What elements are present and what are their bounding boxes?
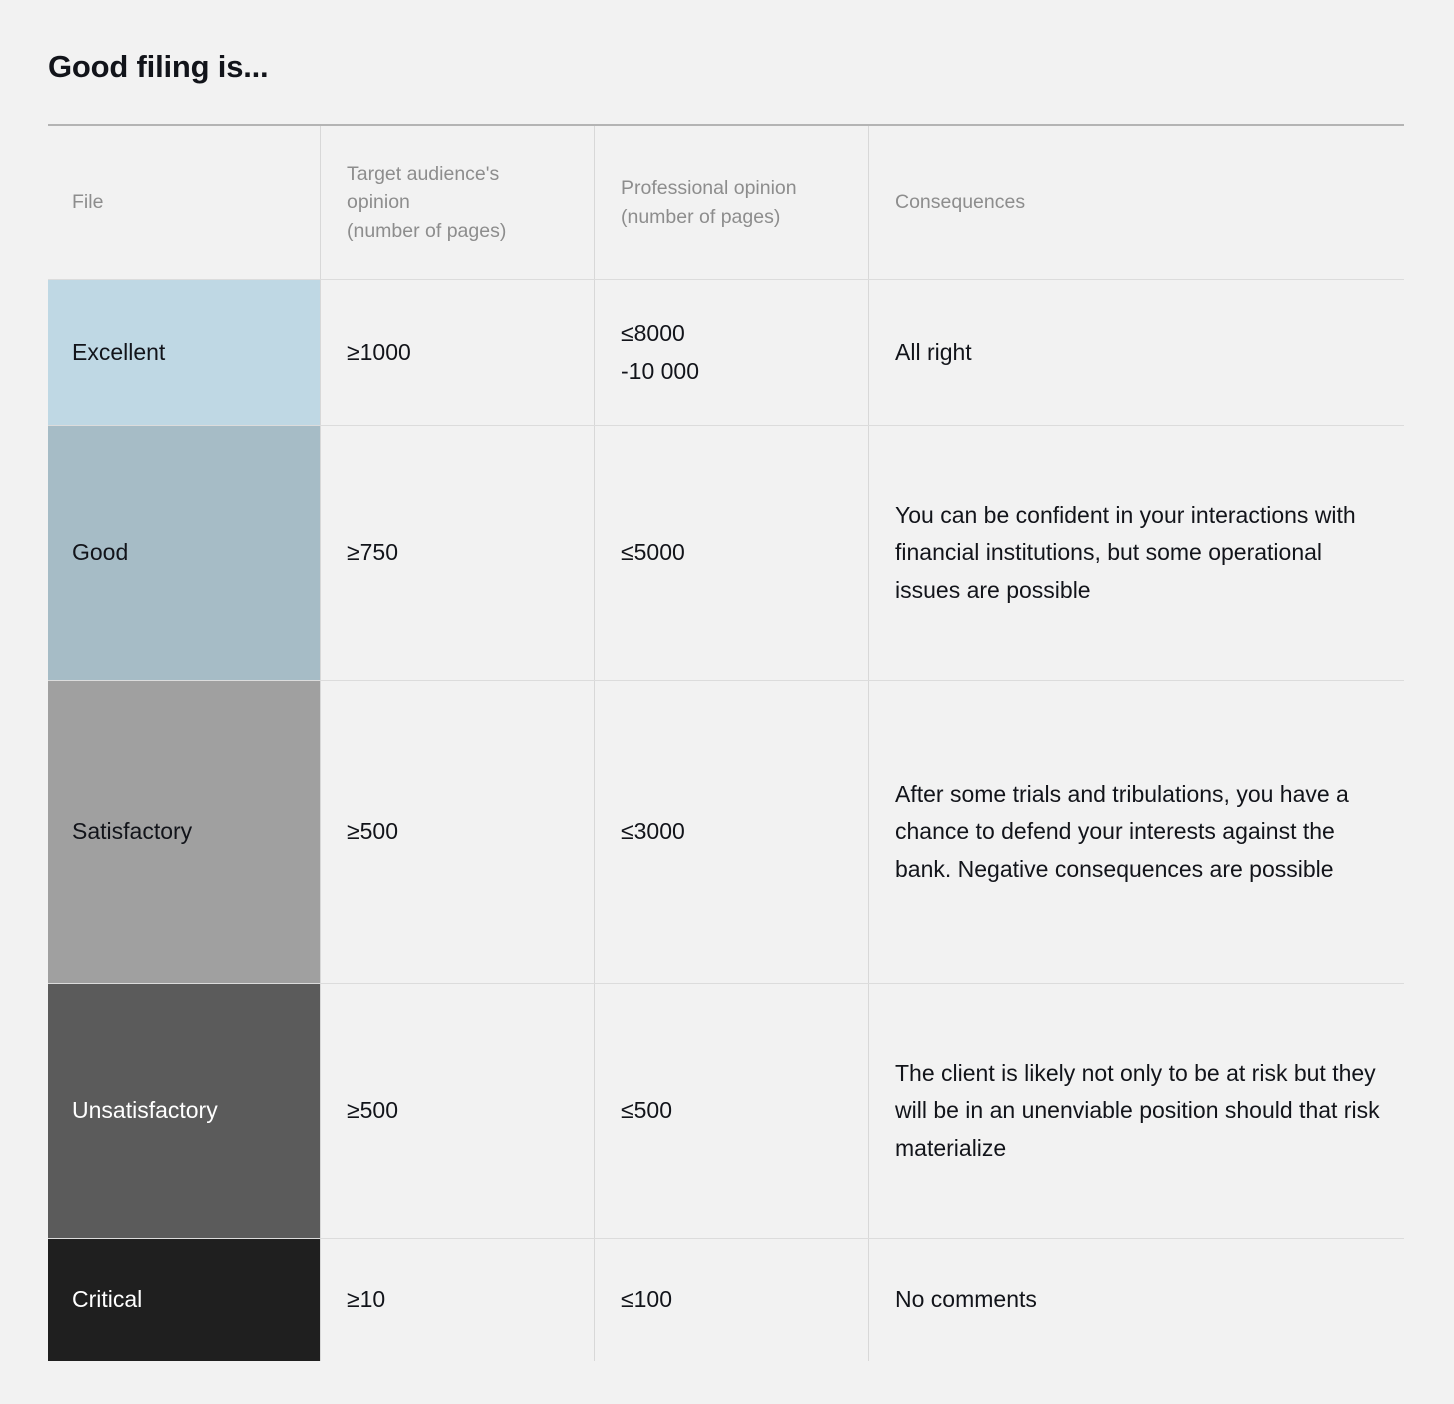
table-row: Satisfactory ≥500 ≤3000 After some trial… — [48, 681, 1404, 984]
table-header-row: File Target audience's opinion (number o… — [48, 126, 1404, 280]
column-header-target-audience-opinion: Target audience's opinion (number of pag… — [320, 126, 594, 279]
consequences-value: The client is likely not only to be at r… — [868, 984, 1404, 1238]
consequences-value: After some trials and tribulations, you … — [868, 681, 1404, 983]
page-title: Good filing is... — [48, 49, 269, 84]
page-root: Good filing is... File Target audience's… — [0, 0, 1454, 1404]
rating-label: Excellent — [72, 338, 166, 365]
column-header-professional-opinion-label: Professional opinion (number of pages) — [621, 177, 797, 228]
consequences-value: All right — [868, 280, 1404, 425]
rating-swatch-unsatisfactory: Unsatisfactory — [48, 984, 320, 1238]
column-header-professional-opinion: Professional opinion (number of pages) — [594, 126, 868, 279]
rating-swatch-good: Good — [48, 426, 320, 680]
target-audience-opinion-value: ≥10 — [320, 1239, 594, 1361]
consequences-value: No comments — [868, 1239, 1404, 1361]
table-row: Critical ≥10 ≤100 No comments — [48, 1239, 1404, 1361]
rating-swatch-critical: Critical — [48, 1239, 320, 1361]
column-header-consequences-label: Consequences — [895, 191, 1026, 214]
target-audience-opinion-value: ≥1000 — [320, 280, 594, 425]
target-audience-opinion-value: ≥750 — [320, 426, 594, 680]
rating-label: Unsatisfactory — [72, 1097, 218, 1124]
professional-opinion-value: ≤100 — [594, 1239, 868, 1361]
professional-opinion-value: ≤3000 — [594, 681, 868, 983]
rating-label: Critical — [72, 1286, 143, 1313]
professional-opinion-value: ≤8000 -10 000 — [594, 280, 868, 425]
rating-swatch-satisfactory: Satisfactory — [48, 681, 320, 983]
professional-opinion-value: ≤5000 — [594, 426, 868, 680]
table-row: Good ≥750 ≤5000 You can be confident in … — [48, 426, 1404, 681]
column-header-file-label: File — [72, 191, 104, 214]
table-row: Excellent ≥1000 ≤8000 -10 000 All right — [48, 280, 1404, 426]
target-audience-opinion-value: ≥500 — [320, 984, 594, 1238]
rating-label: Good — [72, 539, 129, 566]
rating-label: Satisfactory — [72, 818, 193, 845]
professional-opinion-value: ≤500 — [594, 984, 868, 1238]
filing-quality-table: File Target audience's opinion (number o… — [48, 126, 1404, 1361]
column-header-file: File — [48, 126, 320, 279]
column-header-consequences: Consequences — [868, 126, 1404, 279]
rating-swatch-excellent: Excellent — [48, 280, 320, 425]
target-audience-opinion-value: ≥500 — [320, 681, 594, 983]
consequences-value: You can be confident in your interaction… — [868, 426, 1404, 680]
column-header-target-audience-opinion-label: Target audience's opinion (number of pag… — [347, 163, 507, 242]
table-row: Unsatisfactory ≥500 ≤500 The client is l… — [48, 984, 1404, 1239]
